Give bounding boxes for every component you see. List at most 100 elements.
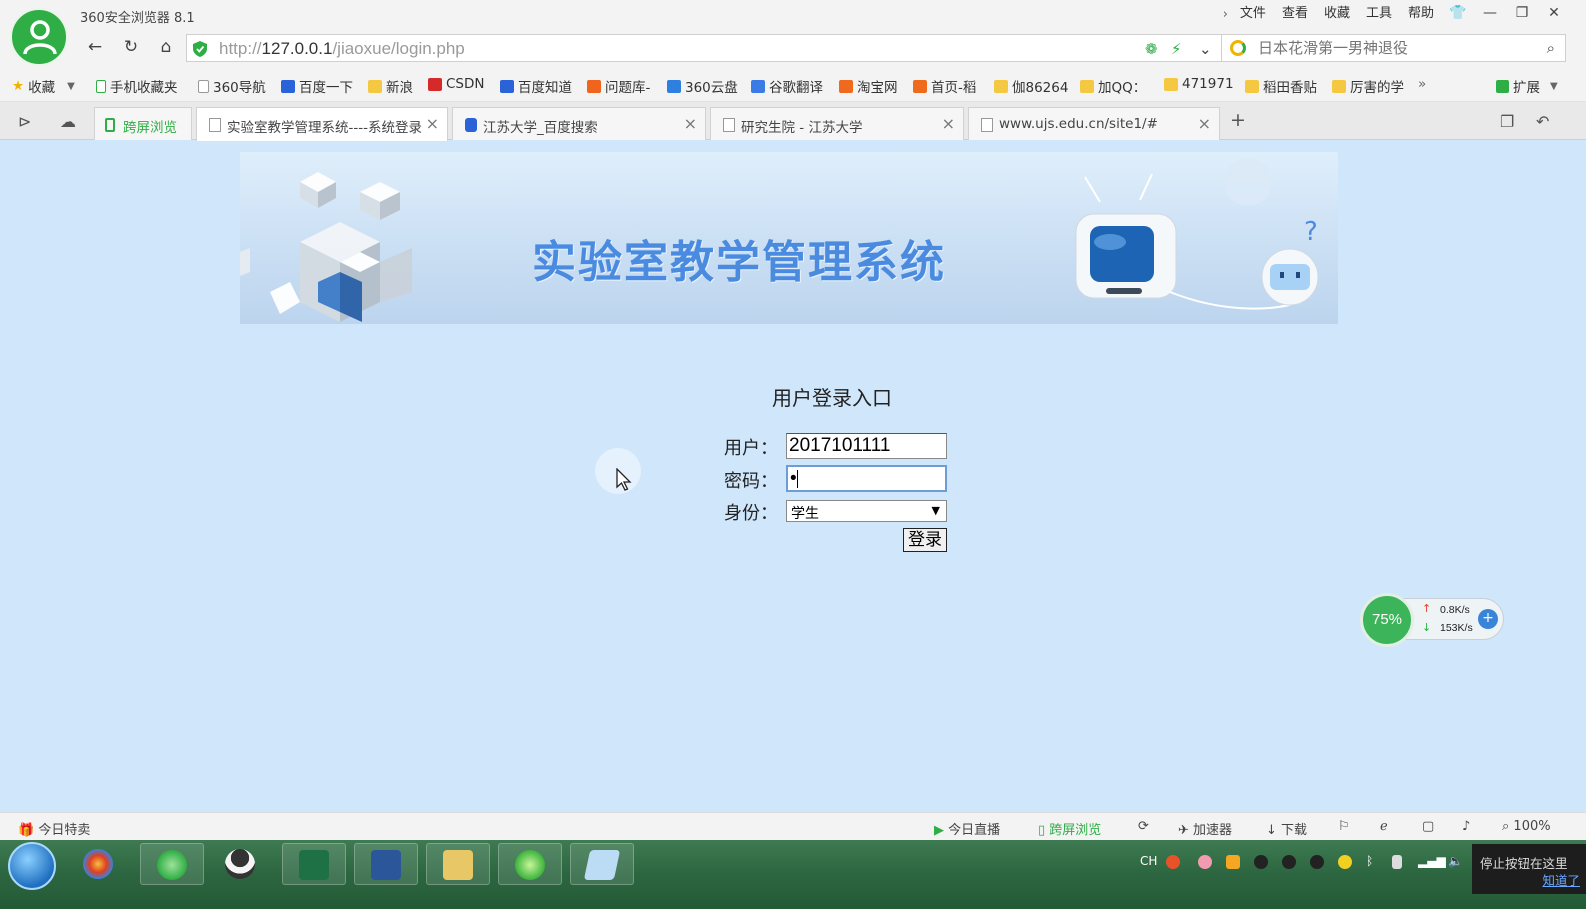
- sound-icon[interactable]: ♪: [1462, 819, 1470, 834]
- taskbar-app-picasa[interactable]: [66, 843, 130, 885]
- close-tab-icon[interactable]: ×: [1198, 114, 1211, 133]
- new-tab-icon[interactable]: +: [1230, 109, 1246, 131]
- bookmark-item[interactable]: 360导航: [198, 76, 266, 96]
- minimize-button[interactable]: —: [1474, 4, 1506, 24]
- menu-view[interactable]: 查看: [1274, 5, 1316, 23]
- menu-help[interactable]: 帮助: [1400, 5, 1442, 23]
- refresh-tool-icon[interactable]: ⟳: [1138, 819, 1149, 834]
- tab-ujs[interactable]: www.ujs.edu.cn/site1/# ×: [968, 107, 1220, 140]
- cloud-sync-icon[interactable]: ☁: [60, 112, 76, 131]
- bookmark-item[interactable]: 稻田香贴: [1245, 76, 1317, 96]
- taskbar-app-green[interactable]: [498, 843, 562, 885]
- bookmark-item[interactable]: 伽86264: [994, 76, 1068, 96]
- taskbar-app-excel[interactable]: [282, 843, 346, 885]
- bookmark-item[interactable]: 淘宝网: [839, 76, 898, 96]
- search-engine-icon[interactable]: [1230, 40, 1246, 56]
- qq-tray-icon[interactable]: [1310, 855, 1324, 869]
- taskbar-app-explorer[interactable]: [426, 843, 490, 885]
- close-tab-icon[interactable]: ×: [684, 114, 697, 133]
- volume-icon[interactable]: 🔈: [1448, 854, 1463, 868]
- tab-baidu[interactable]: 江苏大学_百度搜索 ×: [452, 107, 706, 140]
- url-text[interactable]: http://127.0.0.1/jiaoxue/login.php: [219, 39, 465, 59]
- bookmark-item[interactable]: 百度知道: [500, 76, 572, 96]
- bookmark-item[interactable]: 首页-稻: [913, 76, 976, 96]
- bookmark-item[interactable]: 手机收藏夹: [96, 76, 178, 96]
- home-icon[interactable]: ⌂: [153, 36, 179, 60]
- tab-list-icon[interactable]: ❐: [1500, 112, 1514, 131]
- dropdown-arrow-icon[interactable]: ▼: [932, 504, 940, 517]
- chevron-down-icon[interactable]: ▼: [1550, 81, 1558, 92]
- ie-mode-icon[interactable]: ℯ: [1380, 819, 1388, 834]
- bookmark-item[interactable]: 加QQ：: [1080, 76, 1146, 96]
- sidebar-toggle-icon[interactable]: ⊳: [18, 112, 31, 131]
- refresh-icon[interactable]: ↻: [118, 36, 144, 60]
- bookmark-item[interactable]: 百度一下: [281, 76, 353, 96]
- address-bar[interactable]: http://127.0.0.1/jiaoxue/login.php ❁ ⚡ ⌄: [186, 34, 1222, 62]
- menu-favorites[interactable]: 收藏: [1316, 5, 1358, 23]
- bookmark-item[interactable]: 问题库-: [587, 76, 650, 96]
- tab-cross-screen[interactable]: 跨屏浏览: [94, 107, 192, 140]
- skin-icon[interactable]: 👕: [1442, 4, 1474, 24]
- zoom-control[interactable]: ⌕ 100%: [1502, 819, 1551, 834]
- battery-icon[interactable]: [1392, 855, 1402, 869]
- accelerator-link[interactable]: ✈ 加速器: [1178, 819, 1232, 838]
- start-button[interactable]: [8, 842, 56, 890]
- bookmark-item[interactable]: 360云盘: [667, 76, 738, 96]
- network-speed-widget[interactable]: 75% ↑ 0.8K/s ↓ 153K/s +: [1360, 593, 1506, 647]
- daily-deals-link[interactable]: 🎁 今日特卖: [18, 819, 90, 838]
- tab-graduate[interactable]: 研究生院 - 江苏大学 ×: [710, 107, 964, 140]
- taskbar-app-360browser[interactable]: [140, 843, 204, 885]
- tab-login[interactable]: 实验室教学管理系统----系统登录 ×: [196, 107, 448, 141]
- lightning-icon[interactable]: ⚡: [1171, 40, 1182, 58]
- taskbar-app-notepad[interactable]: [570, 843, 634, 885]
- close-tab-icon[interactable]: ×: [423, 114, 439, 133]
- maximize-button[interactable]: ❐: [1506, 4, 1538, 24]
- username-input[interactable]: [786, 433, 947, 459]
- bookmark-item[interactable]: CSDN: [428, 76, 485, 92]
- input-language[interactable]: CH: [1140, 854, 1157, 868]
- menu-tools[interactable]: 工具: [1358, 5, 1400, 23]
- window-icon[interactable]: ▢: [1422, 819, 1434, 834]
- password-input[interactable]: •: [786, 465, 947, 492]
- role-select[interactable]: 学生 ▼: [786, 500, 947, 522]
- bookmark-item[interactable]: 谷歌翻译: [751, 76, 823, 96]
- cross-screen-link[interactable]: ▯ 跨屏浏览: [1038, 819, 1101, 838]
- sogou-input-icon[interactable]: [1166, 855, 1180, 869]
- chevron-right-icon[interactable]: ›: [1219, 7, 1232, 22]
- tray-cat-icon[interactable]: [1226, 855, 1240, 869]
- search-input[interactable]: [1258, 38, 1528, 58]
- notice-dismiss-link[interactable]: 知道了: [1480, 872, 1586, 889]
- download-link[interactable]: ↓ 下载: [1266, 819, 1307, 838]
- taskbar-app-word[interactable]: [354, 843, 418, 885]
- network-signal-icon[interactable]: ▂▄▆: [1418, 854, 1446, 868]
- memory-percent[interactable]: 75%: [1360, 593, 1414, 647]
- bookmark-favorites[interactable]: ★ 收藏 ▼: [12, 76, 75, 96]
- bookmark-item[interactable]: 新浪: [368, 76, 413, 96]
- qq-tray-icon[interactable]: [1254, 855, 1268, 869]
- tray-flower-icon[interactable]: [1198, 855, 1212, 869]
- close-button[interactable]: ✕: [1538, 4, 1570, 24]
- chevron-down-icon[interactable]: ⌄: [1199, 40, 1212, 58]
- close-tab-icon[interactable]: ×: [942, 114, 955, 133]
- login-button[interactable]: 登录: [903, 528, 947, 552]
- bluetooth-icon[interactable]: ᛒ: [1366, 854, 1373, 868]
- search-icon[interactable]: ⌕: [1547, 39, 1555, 57]
- bookmark-item[interactable]: 厉害的学: [1332, 76, 1404, 96]
- live-link[interactable]: ▶ 今日直播: [934, 819, 1000, 838]
- flag-icon[interactable]: ⚐: [1338, 819, 1350, 834]
- bookmark-item[interactable]: 471971: [1164, 76, 1234, 92]
- undo-close-icon[interactable]: ↶: [1536, 112, 1549, 131]
- accelerate-icon[interactable]: +: [1478, 609, 1498, 629]
- tray-plus-icon[interactable]: [1338, 855, 1352, 869]
- user-avatar-icon[interactable]: [10, 8, 68, 66]
- tray-notification[interactable]: 停止按钮在这里 知道了: [1472, 844, 1586, 894]
- qq-tray-icon[interactable]: [1282, 855, 1296, 869]
- extensions-button[interactable]: 扩展 ▼: [1496, 76, 1558, 96]
- back-icon[interactable]: ←: [82, 36, 108, 60]
- menu-file[interactable]: 文件: [1232, 5, 1274, 23]
- more-bookmarks-icon[interactable]: »: [1418, 76, 1426, 92]
- chevron-down-icon[interactable]: ▼: [67, 81, 75, 92]
- search-box[interactable]: ⌕: [1222, 34, 1566, 62]
- speed-mode-icon[interactable]: ❁: [1145, 40, 1158, 58]
- taskbar-app-qq[interactable]: [208, 843, 272, 885]
